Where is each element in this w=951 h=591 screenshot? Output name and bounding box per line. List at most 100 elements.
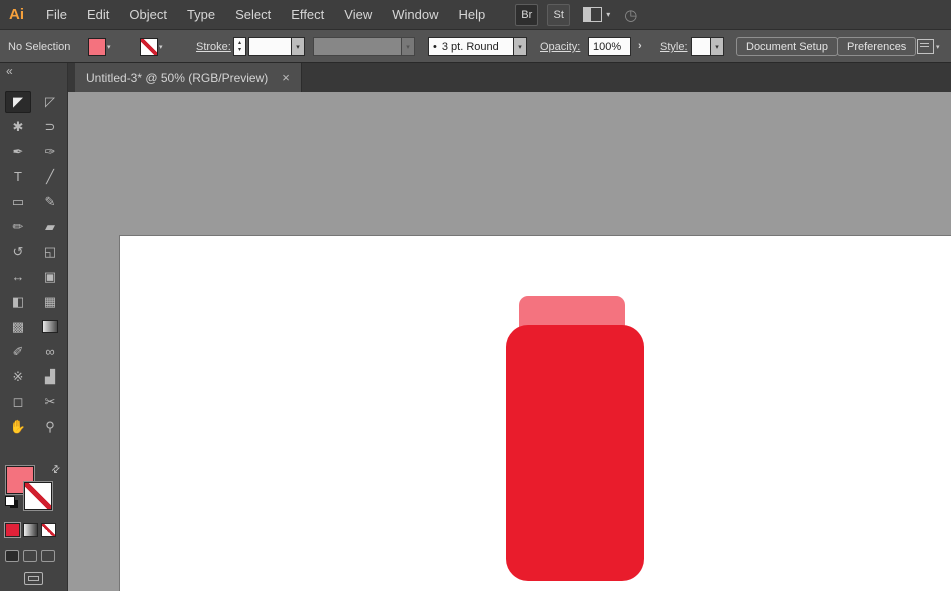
arrange-documents-dropdown-icon[interactable]: ▾ xyxy=(606,10,610,19)
rotate-tool[interactable]: ↺ xyxy=(5,241,31,263)
paint-mode-row xyxy=(5,523,56,537)
canvas-area[interactable] xyxy=(68,92,951,591)
mesh-tool-icon: ▩ xyxy=(12,320,24,333)
menu-object[interactable]: Object xyxy=(119,7,177,22)
gradient-button[interactable] xyxy=(23,523,38,537)
opacity-flyout-icon[interactable]: › xyxy=(638,40,642,52)
control-bar: No Selection ▾ ▾ Stroke: ▴ ▾ ▾ ▾ • 3 pt.… xyxy=(0,30,951,63)
pen-tool-icon: ✒ xyxy=(13,145,24,158)
preferences-button[interactable]: Preferences xyxy=(837,37,916,56)
draw-normal-button[interactable] xyxy=(5,550,19,562)
opacity-label[interactable]: Opacity: xyxy=(540,41,580,53)
magic-wand-tool[interactable]: ✱ xyxy=(5,116,31,138)
tab-close-icon[interactable]: × xyxy=(282,70,290,85)
eraser-tool[interactable]: ▰ xyxy=(37,216,63,238)
symbol-sprayer-tool[interactable]: ※ xyxy=(5,366,31,388)
rotate-tool-icon: ↺ xyxy=(13,245,24,258)
opacity-input[interactable]: 100% xyxy=(588,37,631,56)
style-dropdown[interactable] xyxy=(691,37,711,56)
document-setup-button[interactable]: Document Setup xyxy=(736,37,838,56)
draw-behind-button[interactable] xyxy=(23,550,37,562)
fill-color-swatch[interactable] xyxy=(88,38,106,56)
control-panel-menu-dropdown-icon[interactable]: ▾ xyxy=(936,43,940,51)
pencil-tool[interactable]: ✏ xyxy=(5,216,31,238)
scale-tool[interactable]: ◱ xyxy=(37,241,63,263)
default-fill-square xyxy=(5,496,15,506)
gradient-tool[interactable] xyxy=(37,316,63,338)
stroke-weight-dropdown-icon[interactable]: ▾ xyxy=(291,37,305,56)
bottle-body-shape[interactable] xyxy=(506,325,644,581)
touch-workspace-icon[interactable]: ◷ xyxy=(624,6,637,24)
menu-effect[interactable]: Effect xyxy=(281,7,334,22)
blend-tool[interactable]: ∞ xyxy=(37,341,63,363)
magic-wand-tool-icon: ✱ xyxy=(13,120,24,133)
mesh-tool[interactable]: ▩ xyxy=(5,316,31,338)
artboard-tool-icon: ◻ xyxy=(13,395,24,408)
brush-definition-dropdown-icon[interactable]: ▾ xyxy=(401,37,415,56)
zoom-tool[interactable]: ⚲ xyxy=(37,416,63,438)
menu-help[interactable]: Help xyxy=(448,7,495,22)
pen-tool[interactable]: ✒ xyxy=(5,141,31,163)
default-fill-stroke-icon[interactable] xyxy=(5,496,21,510)
curvature-tool[interactable]: ✑ xyxy=(37,141,63,163)
document-tab-bar: Untitled-3* @ 50% (RGB/Preview) × xyxy=(68,63,951,92)
eyedropper-tool[interactable]: ✐ xyxy=(5,341,31,363)
draw-inside-button[interactable] xyxy=(41,550,55,562)
width-profile-dropdown-icon[interactable]: ▾ xyxy=(513,37,527,56)
swap-fill-stroke-icon[interactable]: ⇄ xyxy=(49,463,63,477)
stroke-weight-stepper[interactable]: ▴ ▾ xyxy=(233,37,246,56)
stroke-weight-input[interactable] xyxy=(248,37,292,56)
width-profile-dropdown[interactable]: • 3 pt. Round xyxy=(428,37,514,56)
stroke-swatch[interactable] xyxy=(24,482,52,510)
scale-tool-icon: ◱ xyxy=(44,245,56,258)
column-graph-tool[interactable]: ▟ xyxy=(37,366,63,388)
color-button[interactable] xyxy=(5,523,20,537)
stepper-down-icon[interactable]: ▾ xyxy=(238,47,241,54)
stock-button[interactable]: St xyxy=(547,4,570,26)
stroke-dropdown-icon[interactable]: ▾ xyxy=(159,43,163,51)
hand-tool[interactable]: ✋ xyxy=(5,416,31,438)
blend-tool-icon: ∞ xyxy=(45,345,54,358)
menu-type[interactable]: Type xyxy=(177,7,225,22)
menu-select[interactable]: Select xyxy=(225,7,281,22)
collapse-tools-panel-button[interactable]: « xyxy=(6,64,13,78)
selection-tool[interactable]: ◤ xyxy=(5,91,31,113)
stroke-color-swatch[interactable] xyxy=(140,38,158,56)
gradient-tool-icon xyxy=(42,320,58,333)
menu-window[interactable]: Window xyxy=(382,7,448,22)
line-segment-tool-icon: ╱ xyxy=(46,170,54,183)
bridge-button[interactable]: Br xyxy=(515,4,538,26)
none-button[interactable] xyxy=(41,523,56,537)
free-transform-tool[interactable]: ▣ xyxy=(37,266,63,288)
menu-bar: Ai FileEditObjectTypeSelectEffectViewWin… xyxy=(0,0,951,30)
slice-tool[interactable]: ✂ xyxy=(37,391,63,413)
width-profile-bullet-icon: • xyxy=(433,41,437,53)
shape-builder-tool[interactable]: ◧ xyxy=(5,291,31,313)
control-panel-menu-icon[interactable] xyxy=(917,39,934,54)
screen-mode-button[interactable] xyxy=(24,572,43,585)
direct-selection-tool[interactable]: ◸ xyxy=(37,91,63,113)
menu-file[interactable]: File xyxy=(36,7,77,22)
width-tool[interactable]: ↔ xyxy=(5,266,31,288)
lasso-tool[interactable]: ⊃ xyxy=(37,116,63,138)
perspective-grid-tool[interactable]: ▦ xyxy=(37,291,63,313)
type-tool[interactable]: T xyxy=(5,166,31,188)
tools-panel: « ◤ ◸ ✱ ⊃ ✒ ✑ T ╱ ▭ ✎ ✏ ▰ ↺ ◱ ↔ ▣ ◧ ▦ ▩ ✐ ∞ ※ ▟ ◻ ✂ ✋ ⚲ ⇄ xyxy=(0,63,68,591)
artboard-tool[interactable]: ◻ xyxy=(5,391,31,413)
eraser-tool-icon: ▰ xyxy=(45,220,55,233)
menu-view[interactable]: View xyxy=(334,7,382,22)
arrange-documents-icon[interactable] xyxy=(583,7,602,22)
fill-dropdown-icon[interactable]: ▾ xyxy=(107,43,111,51)
stepper-up-icon[interactable]: ▴ xyxy=(238,40,241,47)
style-label[interactable]: Style: xyxy=(660,41,688,53)
paintbrush-tool-icon: ✎ xyxy=(45,195,56,208)
stroke-label[interactable]: Stroke: xyxy=(196,41,231,53)
tools-grid: ◤ ◸ ✱ ⊃ ✒ ✑ T ╱ ▭ ✎ ✏ ▰ ↺ ◱ ↔ ▣ ◧ ▦ ▩ ✐ ∞ ※ ▟ ◻ ✂ ✋ ⚲ xyxy=(2,89,66,439)
rectangle-tool[interactable]: ▭ xyxy=(5,191,31,213)
line-segment-tool[interactable]: ╱ xyxy=(37,166,63,188)
document-tab[interactable]: Untitled-3* @ 50% (RGB/Preview) × xyxy=(75,63,302,92)
style-dropdown-icon[interactable]: ▾ xyxy=(710,37,724,56)
menu-edit[interactable]: Edit xyxy=(77,7,119,22)
brush-definition-dropdown[interactable] xyxy=(313,37,402,56)
paintbrush-tool[interactable]: ✎ xyxy=(37,191,63,213)
